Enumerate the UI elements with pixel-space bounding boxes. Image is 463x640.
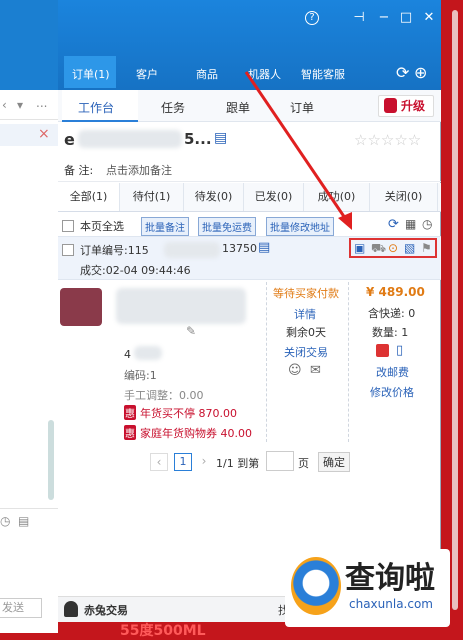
shipping-fee: 含快递: 0: [368, 307, 416, 320]
product-code: 编码:1: [124, 369, 157, 382]
smiley-icon[interactable]: ☺: [288, 363, 302, 378]
remaining-days: 剩余0天: [286, 326, 326, 339]
product-code-prefix: 4: [124, 348, 131, 361]
product-title-blur: [116, 288, 246, 324]
next-page-button[interactable]: ›: [197, 453, 211, 471]
prev-page-button[interactable]: ‹: [150, 453, 168, 471]
phone-icon[interactable]: ▯: [396, 343, 403, 358]
order-window: ? ⊣ − □ ✕ 订单(1) 客户 商品 机器人 智能客服 ⟳ ⊕ 工作台 任…: [58, 0, 441, 622]
history-icon[interactable]: ▤: [18, 514, 29, 528]
promo-badge: 惠: [124, 405, 136, 420]
quantity: 数量: 1: [372, 326, 409, 339]
bottom-label: 赤兔交易: [84, 604, 128, 617]
product-thumbnail[interactable]: [60, 288, 102, 326]
mail-icon[interactable]: ✉: [310, 363, 321, 378]
search-logo-icon: [291, 557, 341, 615]
send-button[interactable]: 发送: [0, 598, 42, 618]
logo-text: 查询啦: [345, 561, 435, 596]
order-status: 等待买家付款: [273, 287, 339, 300]
order-detail-link[interactable]: 详情: [294, 306, 316, 322]
change-price-link[interactable]: 修改价格: [370, 384, 414, 400]
logo-url: chaxunla.com: [349, 597, 433, 611]
change-shipping-link[interactable]: 改邮费: [376, 364, 409, 380]
order-price: ¥ 489.00: [366, 285, 425, 299]
close-icon[interactable]: ×: [38, 126, 50, 142]
divider: [348, 282, 349, 442]
red-arrow-annotation: [244, 71, 352, 230]
manual-adjust: 手工调整：0.00: [124, 389, 204, 402]
chevron-down-icon[interactable]: ▾: [17, 98, 23, 112]
edit-icon[interactable]: ✎: [186, 324, 196, 338]
confirm-button[interactable]: 确定: [318, 452, 350, 472]
left-panel-header: [0, 0, 58, 90]
promo-line-1: 年货买不停 870.00: [140, 407, 237, 420]
promo-line-2: 家庭年货购物券 40.00: [140, 427, 252, 440]
page-info: 1/1 到第: [216, 457, 260, 470]
left-input-toolbar: ◷ ▤: [0, 508, 58, 532]
page-input[interactable]: [266, 451, 294, 471]
current-page[interactable]: 1: [174, 453, 192, 471]
left-tab-item[interactable]: ×: [0, 124, 58, 146]
background-bottom-text: 55度500ML: [120, 623, 206, 639]
scrollbar[interactable]: [452, 10, 458, 610]
deal-time: 成交:02-04 09:44:46: [80, 264, 191, 277]
promo-badge: 惠: [124, 425, 136, 440]
page-suffix: 页: [298, 457, 309, 470]
divider: [266, 282, 267, 442]
scrollbar[interactable]: [48, 420, 54, 500]
close-order-link[interactable]: 关闭交易: [284, 344, 328, 360]
watermark-logo: 查询啦 chaxunla.com: [285, 549, 450, 627]
left-chat-panel: ‹ ▾ ... × ◷ ▤ 发送: [0, 0, 58, 633]
more-icon[interactable]: ...: [36, 96, 47, 110]
left-toolbar: ‹ ▾ ...: [0, 92, 58, 120]
product-code-blur: [134, 346, 162, 360]
clock-icon[interactable]: ◷: [0, 514, 10, 528]
money-bag-icon: [64, 601, 78, 617]
coupon-icon[interactable]: [376, 344, 389, 357]
